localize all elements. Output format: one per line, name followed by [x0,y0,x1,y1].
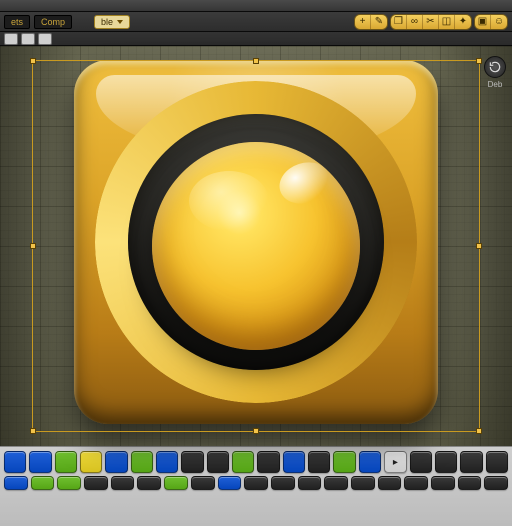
swatch[interactable] [80,451,102,473]
mode-dropdown[interactable]: ble [94,15,130,29]
swatch[interactable] [84,476,108,490]
swatch[interactable] [55,451,77,473]
canvas-object[interactable] [68,54,444,430]
swatch[interactable] [458,476,482,490]
sub-toolbar [0,32,512,46]
canvas-viewport[interactable]: Deb [0,46,512,446]
link-icon[interactable]: ∞ [407,15,423,29]
swatch[interactable] [207,451,229,473]
swatch[interactable] [410,451,432,473]
swatch[interactable] [484,476,508,490]
swatch[interactable] [29,451,51,473]
copy-icon[interactable]: ❐ [391,15,407,29]
swatch[interactable] [111,476,135,490]
swatch[interactable] [31,476,55,490]
pencil-icon[interactable]: ✎ [371,15,387,29]
refresh-icon [484,56,506,78]
swatch[interactable] [298,476,322,490]
tool-pill-2: ❐ ∞ ✂ ◫ ✦ [390,14,472,30]
refresh-label: Deb [488,80,503,89]
handle-sw[interactable] [30,428,36,434]
cut-icon[interactable]: ✂ [423,15,439,29]
wand-icon[interactable]: ✦ [455,15,471,29]
swatch[interactable] [351,476,375,490]
mode-dropdown-label: ble [101,17,113,27]
swatch[interactable] [137,476,161,490]
swatch[interactable] [232,451,254,473]
swatch[interactable] [164,476,188,490]
tool-pill-1: + ✎ [354,14,388,30]
swatch[interactable] [271,476,295,490]
tool-group: + ✎ ❐ ∞ ✂ ◫ ✦ ▣ ☺ [354,14,508,30]
swatch[interactable] [378,476,402,490]
swatch[interactable] [4,451,26,473]
plus-icon[interactable]: + [355,15,371,29]
swatch-row-2 [4,476,508,490]
handle-ne[interactable] [476,58,482,64]
mini-toggle-2[interactable] [21,33,35,45]
button-dome [152,142,360,350]
swatch[interactable] [105,451,127,473]
swatch[interactable] [308,451,330,473]
swatch[interactable]: ▸ [384,451,406,473]
swatch[interactable] [131,451,153,473]
swatch[interactable] [181,451,203,473]
swatch-row-1: ▸ [4,451,508,473]
swatch[interactable] [333,451,355,473]
swatch[interactable] [283,451,305,473]
handle-e[interactable] [476,243,482,249]
menu-bar [0,0,512,12]
tool-pill-3: ▣ ☺ [474,14,508,30]
refresh-badge[interactable]: Deb [484,56,506,89]
chevron-down-icon [117,20,123,24]
play-icon: ▸ [393,457,398,468]
swatch[interactable] [324,476,348,490]
mini-toggle-1[interactable] [4,33,18,45]
swatch[interactable] [404,476,428,490]
swatch[interactable] [431,476,455,490]
swatch[interactable] [460,451,482,473]
handle-nw[interactable] [30,58,36,64]
swatch-panel: ▸ [0,446,512,526]
mini-controls [4,33,52,45]
swatch[interactable] [156,451,178,473]
breadcrumb-item[interactable]: Comp [34,15,72,29]
swatch[interactable] [244,476,268,490]
handle-se[interactable] [476,428,482,434]
swatch[interactable] [191,476,215,490]
swatch[interactable] [257,451,279,473]
vignette-right [432,46,512,446]
mini-toggle-3[interactable] [38,33,52,45]
swatch[interactable] [218,476,242,490]
handle-w[interactable] [30,243,36,249]
swatch[interactable] [486,451,508,473]
group-icon[interactable]: ▣ [475,15,491,29]
user-icon[interactable]: ☺ [491,15,507,29]
crop-icon[interactable]: ◫ [439,15,455,29]
swatch[interactable] [359,451,381,473]
swatch[interactable] [435,451,457,473]
swatch[interactable] [4,476,28,490]
breadcrumb-root[interactable]: ets [4,15,30,29]
toolbar: ets Comp ble + ✎ ❐ ∞ ✂ ◫ ✦ ▣ ☺ [0,12,512,32]
swatch[interactable] [57,476,81,490]
